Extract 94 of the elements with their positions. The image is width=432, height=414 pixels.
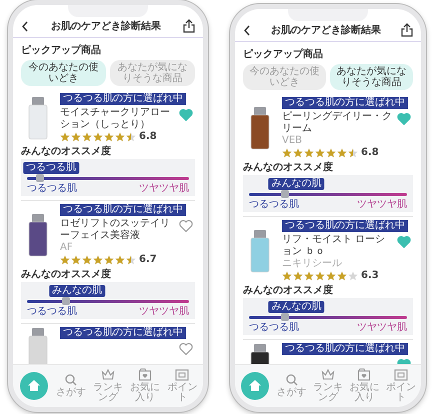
nav-tab[interactable]: ランキング (89, 368, 127, 403)
star-icon (304, 270, 314, 280)
nav-tab[interactable]: ランキング (310, 368, 346, 403)
heart-icon[interactable] (179, 220, 193, 232)
nav-tab[interactable]: さがす (52, 373, 90, 398)
star-icon (104, 254, 114, 264)
product-badge: つるつる肌の方に選ばれ中 (282, 97, 408, 109)
star-icon (315, 270, 325, 280)
screen-title: お肌のケアどき診断結果 (51, 20, 161, 33)
share-icon[interactable] (183, 19, 195, 33)
star-icon (71, 254, 81, 264)
nav-tab[interactable]: さがす (273, 373, 310, 398)
recommend-label: みんなのオススメ度 (21, 267, 112, 281)
nav-tab[interactable]: ポイント (382, 368, 420, 403)
home-icon (26, 379, 41, 392)
heart-icon[interactable] (397, 236, 411, 248)
star-icon (104, 132, 114, 142)
star-icon (337, 148, 347, 158)
product-name[interactable]: ロゼリフトのスッテイリーフェイス美容液 (60, 218, 174, 242)
product-badge: つるつる肌の方に選ばれ中 (60, 204, 186, 216)
recommend-label: みんなのオススメ度 (243, 283, 334, 297)
brand-name: VEB (282, 135, 304, 147)
scale-right-label: ツヤツヤ肌 (357, 322, 407, 333)
back-icon[interactable] (21, 20, 29, 32)
nav-tab[interactable]: お気に入り (126, 368, 164, 403)
scale-right-label: ツヤツヤ肌 (357, 199, 407, 210)
heart-icon[interactable] (179, 109, 193, 121)
star-icon (93, 254, 103, 264)
crown-icon (101, 368, 115, 382)
scale-left-label: つるつる肌 (27, 306, 77, 317)
card-icon (394, 368, 408, 382)
scale-left-label: つるつる肌 (27, 183, 77, 194)
scale-left-label: つるつる肌 (249, 199, 299, 210)
star-icon (115, 254, 125, 264)
product-badge: つるつる肌の方に選ばれ中 (282, 343, 408, 355)
star-icon (293, 148, 303, 158)
star-icon (326, 148, 336, 158)
back-icon[interactable] (243, 24, 251, 36)
star-icon (337, 270, 347, 280)
scale-right-label: ツヤツヤ肌 (139, 183, 189, 194)
filter-tab[interactable]: 今のあなたの使いどき (21, 60, 106, 86)
star-icon (82, 254, 92, 264)
star-icon (60, 254, 70, 264)
slider-marker-label: みんなの肌 (49, 285, 106, 297)
star-icon (293, 270, 303, 280)
star-icon (348, 270, 358, 280)
star-icon (71, 132, 81, 142)
product-name[interactable]: リフ・モイスト ローション ｂｏ (282, 234, 392, 258)
star-icon (348, 148, 358, 158)
star-icon (315, 148, 325, 158)
product-badge: つるつる肌の方に選ばれ中 (60, 327, 186, 339)
brand-name: AF (60, 242, 74, 254)
slider-marker-label: つるつる肌 (23, 162, 80, 174)
filter-tab[interactable]: 今のあなたの使いどき (243, 64, 326, 90)
filter-tab[interactable]: あなたが気になりそうな商品 (330, 64, 413, 90)
product-name[interactable]: モイスチャークリアローション（しっとり） (60, 107, 174, 131)
scale-right-label: ツヤツヤ肌 (139, 306, 189, 317)
recommend-label: みんなのオススメ度 (21, 144, 112, 158)
star-icon (126, 254, 136, 264)
star-icon (93, 132, 103, 142)
slider-marker-label: みんなの肌 (268, 178, 325, 190)
recommend-label: みんなのオススメ度 (243, 160, 334, 174)
nav-tab[interactable]: お気に入り (346, 368, 383, 403)
card-icon (175, 368, 190, 382)
rating-score: 6.8 (361, 147, 379, 158)
section-title: ピックアップ商品 (20, 43, 102, 58)
screen-title: お肌のケアどき診断結果 (271, 24, 381, 37)
star-icon (282, 270, 292, 280)
section-title: ピックアップ商品 (242, 47, 324, 62)
slider-marker-label: みんなの肌 (268, 301, 325, 313)
share-icon[interactable] (401, 23, 413, 37)
rating-score: 6.3 (361, 270, 379, 281)
nav-tab[interactable]: ポイント (164, 368, 202, 403)
star-icon (326, 270, 336, 280)
search-icon (64, 373, 78, 387)
home-icon (248, 379, 262, 392)
star-icon (282, 148, 292, 158)
star-icon (60, 132, 70, 142)
star-icon (126, 132, 136, 142)
product-badge: つるつる肌の方に選ばれ中 (282, 220, 408, 232)
crown-icon (321, 368, 336, 382)
star-icon (304, 148, 314, 158)
star-icon (115, 132, 125, 142)
product-badge: つるつる肌の方に選ばれ中 (60, 93, 186, 105)
search-icon (284, 373, 299, 387)
brand-name: ニキリシール (282, 258, 343, 270)
rating-score: 6.7 (139, 254, 157, 265)
heart-icon[interactable] (397, 113, 411, 125)
filter-tab[interactable]: あなたが気になりそうな商品 (110, 60, 195, 86)
rating-score: 6.8 (139, 131, 157, 142)
scale-left-label: つるつる肌 (249, 322, 299, 333)
heart-icon[interactable] (179, 343, 193, 355)
product-name[interactable]: ピーリングデイリー・クリーム (282, 111, 392, 135)
star-icon (82, 132, 92, 142)
